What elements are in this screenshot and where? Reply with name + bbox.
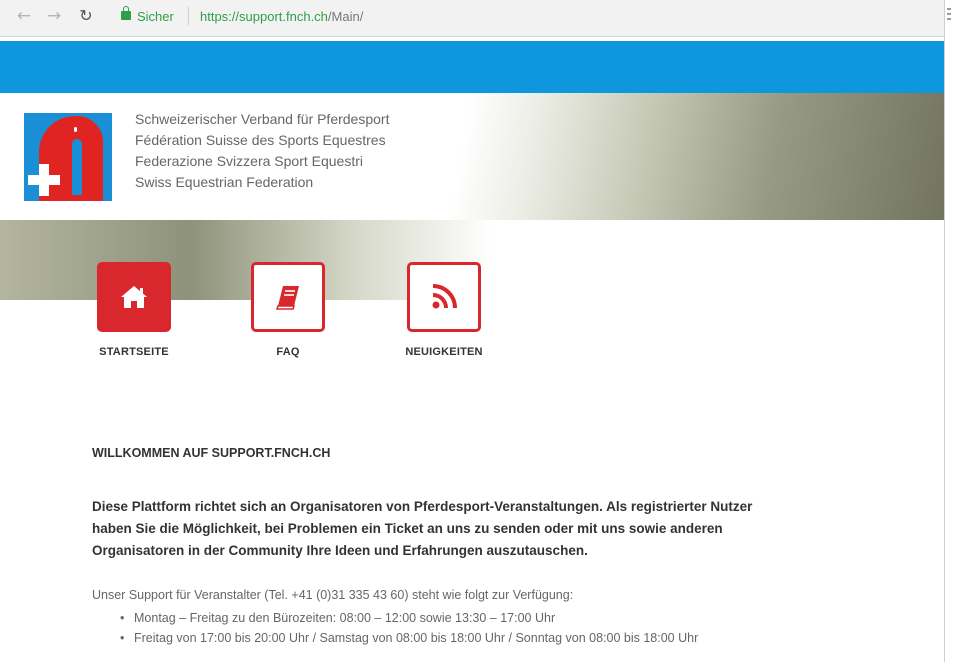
- lock-icon: [121, 6, 131, 20]
- horse-eye: [74, 127, 77, 132]
- neuigkeiten-label[interactable]: NEUIGKEITEN: [394, 346, 494, 358]
- faq-button[interactable]: [251, 262, 325, 332]
- top-blue-bar: [0, 41, 944, 93]
- arrow-left-icon[interactable]: ←: [14, 6, 34, 26]
- neuigkeiten-button[interactable]: [407, 262, 481, 332]
- url-field[interactable]: https://support.fnch.ch/Main/: [200, 9, 363, 24]
- window-edge-marks: [947, 8, 951, 26]
- federation-name-en: Swiss Equestrian Federation: [135, 174, 314, 190]
- home-icon: [97, 262, 171, 332]
- welcome-heading: WILLKOMMEN AUF SUPPORT.FNCH.CH: [92, 446, 331, 460]
- intro-line: Diese Plattform richtet sich an Organisa…: [92, 499, 753, 514]
- swiss-cross-vertical: [39, 164, 49, 196]
- startseite-label[interactable]: STARTSEITE: [84, 346, 184, 358]
- list-item: Montag – Freitag zu den Bürozeiten: 08:0…: [120, 608, 698, 628]
- list-item: Freitag von 17:00 bis 20:00 Uhr / Samsta…: [120, 628, 698, 648]
- url-host: https://support.fnch.ch: [200, 9, 328, 24]
- federation-name-de: Schweizerischer Verband für Pferdesport: [135, 111, 390, 127]
- startseite-button[interactable]: [97, 262, 171, 332]
- rss-icon: [410, 265, 478, 329]
- book-icon: [254, 265, 322, 329]
- federation-names: Schweizerischer Verband für Pferdesport …: [135, 109, 389, 193]
- url-path: /Main/: [327, 9, 364, 24]
- faq-label[interactable]: FAQ: [238, 346, 338, 358]
- support-hours-intro: Unser Support für Veranstalter (Tel. +41…: [92, 588, 574, 602]
- support-hours-list: Montag – Freitag zu den Bürozeiten: 08:0…: [120, 608, 698, 648]
- federation-name-it: Federazione Svizzera Sport Equestri: [135, 153, 363, 169]
- horse-notch: [72, 139, 82, 195]
- arrow-right-icon[interactable]: →: [44, 6, 64, 26]
- federation-name-fr: Fédération Suisse des Sports Equestres: [135, 132, 386, 148]
- browser-toolbar: ← → ↻ Sicher https://support.fnch.ch/Mai…: [0, 0, 944, 37]
- intro-text: Diese Plattform richtet sich an Organisa…: [92, 496, 920, 562]
- fnch-logo[interactable]: [24, 113, 112, 201]
- url-separator: [188, 7, 189, 25]
- secure-label: Sicher: [137, 9, 174, 24]
- reload-icon[interactable]: ↻: [76, 6, 96, 26]
- intro-line: haben Sie die Möglichkeit, bei Problemen…: [92, 521, 723, 536]
- intro-line: Organisatoren in der Community Ihre Idee…: [92, 543, 588, 558]
- browser-window: ← → ↻ Sicher https://support.fnch.ch/Mai…: [0, 0, 945, 662]
